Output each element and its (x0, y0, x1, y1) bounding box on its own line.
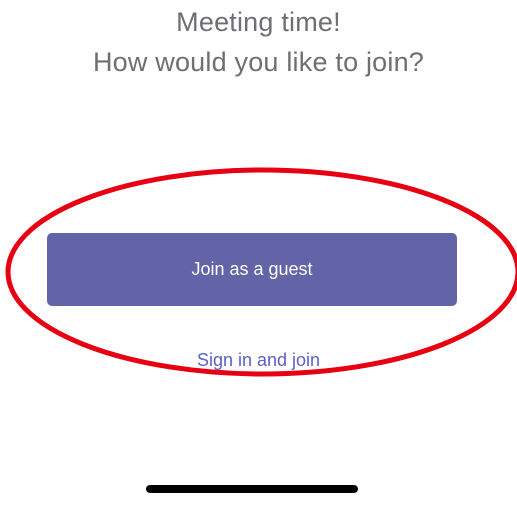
home-indicator (146, 485, 358, 493)
join-as-guest-button[interactable]: Join as a guest (47, 233, 457, 306)
page-subtitle: How would you like to join? (92, 47, 425, 77)
page-title: Meeting time! (176, 7, 341, 37)
sign-in-and-join-link[interactable]: Sign in and join (0, 348, 517, 372)
